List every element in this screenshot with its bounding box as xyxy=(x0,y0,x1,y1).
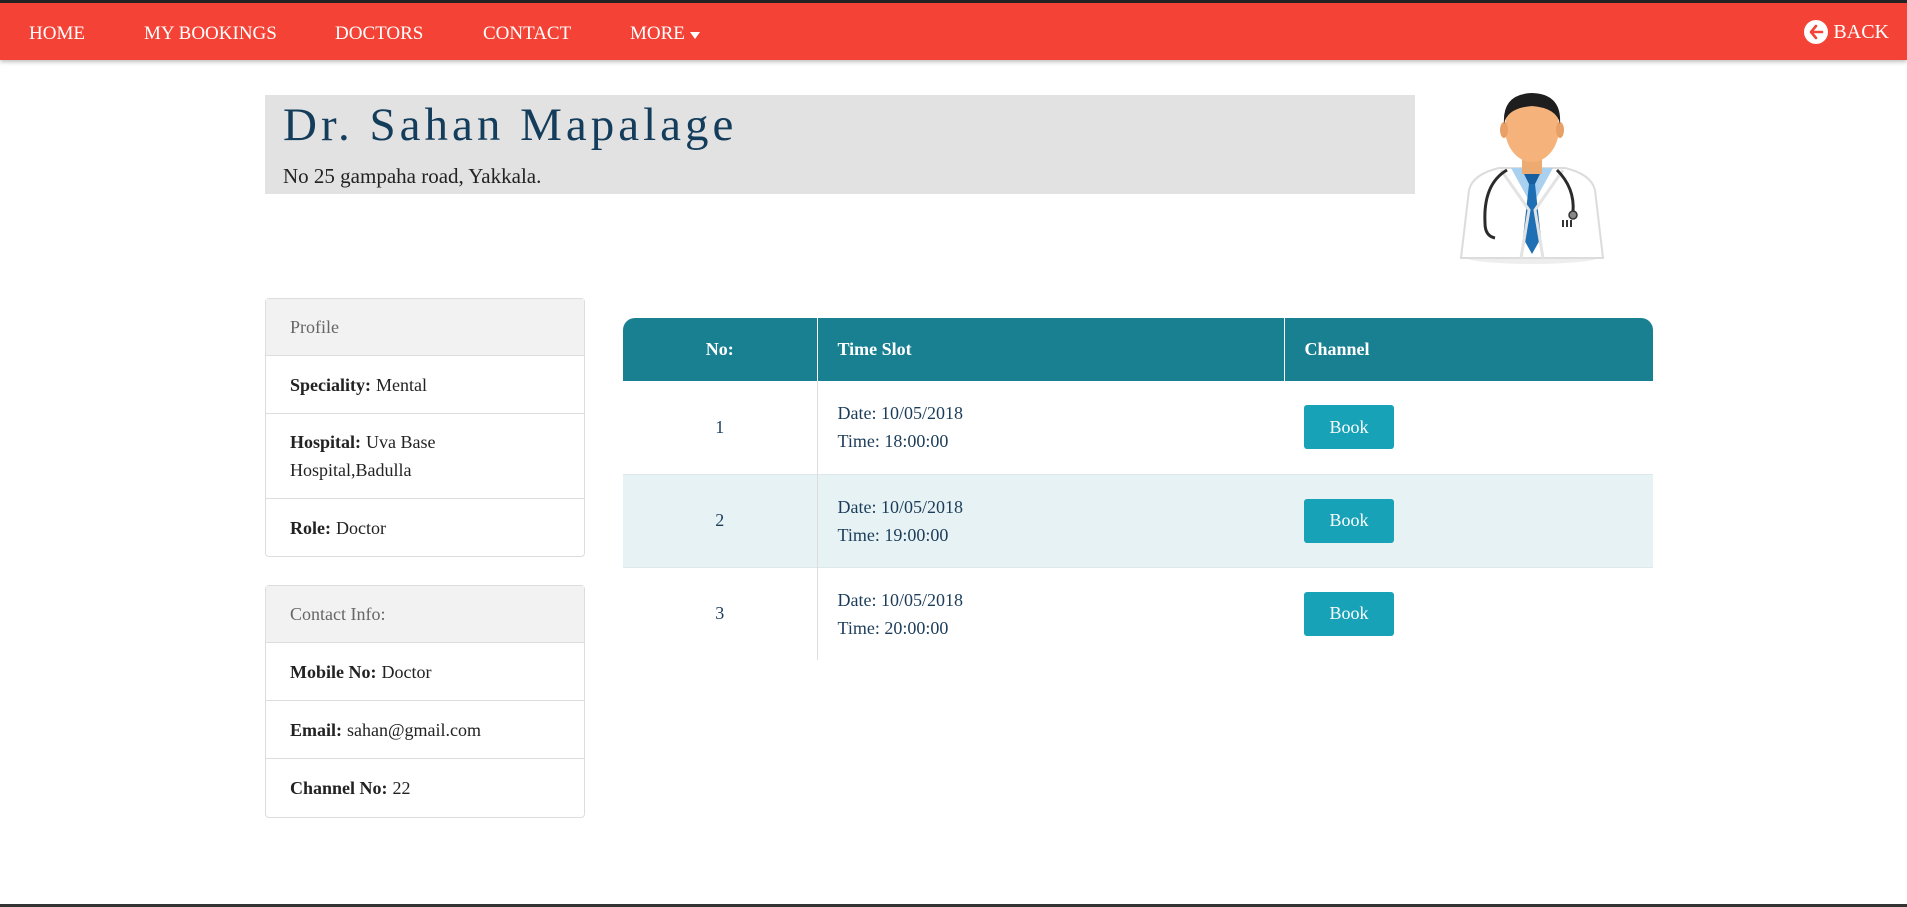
email-line: Email: sahan@gmail.com xyxy=(290,716,481,744)
channel-line: Channel No: 22 xyxy=(290,774,411,802)
nav-more-label: MORE xyxy=(630,23,685,44)
doctor-header: Dr. Sahan Mapalage No 25 gampaha road, Y… xyxy=(265,95,1415,194)
top-navbar: HOME MY BOOKINGS DOCTORS CONTACT MORE BA… xyxy=(0,0,1907,60)
row-time-slot: Date: 10/05/2018 Time: 19:00:00 xyxy=(816,474,1284,567)
slot-time: Time: 18:00:00 xyxy=(837,431,949,452)
header-channel: Channel xyxy=(1283,318,1653,381)
row-time-slot: Date: 10/05/2018 Time: 18:00:00 xyxy=(816,381,1284,474)
header-no: No: xyxy=(705,339,734,359)
row-channel: Book xyxy=(1284,381,1653,474)
doctor-name: Dr. Sahan Mapalage xyxy=(283,99,738,151)
row-number: 1 xyxy=(715,416,725,437)
slot-date: Date: 10/05/2018 xyxy=(837,496,963,517)
speciality-value: Mental xyxy=(376,374,427,395)
row-time-slot: Date: 10/05/2018 Time: 20:00:00 xyxy=(816,567,1284,660)
nav-more-dropdown[interactable]: MORE xyxy=(630,23,700,45)
slot-time: Time: 19:00:00 xyxy=(837,524,949,545)
role-line: Role: Doctor xyxy=(290,514,386,542)
channel-label: Channel No: xyxy=(290,778,388,798)
role-label: Role: xyxy=(290,517,331,538)
hospital-label: Hospital: xyxy=(290,432,362,452)
book-button[interactable]: Book xyxy=(1304,591,1394,636)
channel-row: Channel No: 22 xyxy=(266,759,584,817)
table-row: 1 Date: 10/05/2018 Time: 18:00:00 Book xyxy=(623,381,1653,474)
doctor-address: No 25 gampaha road, Yakkala. xyxy=(283,164,542,188)
doctor-avatar xyxy=(1455,88,1610,268)
nav-my-bookings[interactable]: MY BOOKINGS xyxy=(144,23,277,45)
back-label: BACK xyxy=(1833,20,1889,43)
back-button[interactable]: BACK xyxy=(1804,20,1889,44)
mobile-label: Mobile No: xyxy=(290,661,377,682)
slot-date: Date: 10/05/2018 xyxy=(837,589,963,610)
time-slot-table: No: Time Slot Channel 1 Date: 10/05/2018… xyxy=(623,318,1653,660)
mobile-value: Doctor xyxy=(381,661,432,682)
nav-home[interactable]: HOME xyxy=(29,23,85,45)
profile-panel: Profile Speciality: Mental Hospital: Uva B… xyxy=(265,298,585,557)
email-label: Email: xyxy=(290,719,342,740)
speciality-line: Speciality: Mental xyxy=(290,371,427,399)
table-header-row: No: Time Slot Channel xyxy=(623,318,1653,381)
header-time-slot: Time Slot xyxy=(816,318,1284,381)
book-button[interactable]: Book xyxy=(1304,498,1394,543)
email-row: Email: sahan@gmail.com xyxy=(266,701,584,759)
row-number: 3 xyxy=(715,603,725,624)
email-value: sahan@gmail.com xyxy=(347,719,482,740)
table-row: 2 Date: 10/05/2018 Time: 19:00:00 Book xyxy=(623,474,1653,567)
profile-header: Profile xyxy=(266,299,584,356)
contact-header: Contact Info: xyxy=(266,586,584,643)
role-row: Role: Doctor xyxy=(266,499,584,556)
speciality-label: Speciality: xyxy=(290,374,371,395)
table-row: 3 Date: 10/05/2018 Time: 20:00:00 Book xyxy=(623,567,1653,660)
role-value: Doctor xyxy=(335,517,386,538)
book-button[interactable]: Book xyxy=(1304,405,1394,450)
channel-value: 22 xyxy=(392,778,411,798)
mobile-line: Mobile No: Doctor xyxy=(290,658,431,686)
row-channel: Book xyxy=(1284,474,1653,567)
speciality-row: Speciality: Mental xyxy=(266,356,584,414)
contact-panel: Contact Info: Mobile No: Doctor Email: sah… xyxy=(265,585,585,818)
row-number: 2 xyxy=(715,510,725,530)
mobile-row: Mobile No: Doctor xyxy=(266,643,584,701)
row-channel: Book xyxy=(1284,567,1653,660)
slot-date: Date: 10/05/2018 xyxy=(837,403,963,424)
hospital-row: Hospital: Uva Base Hospital,Badulla xyxy=(266,414,584,499)
arrow-left-circle-icon xyxy=(1804,20,1829,44)
caret-down-icon xyxy=(689,31,700,39)
hospital-line: Hospital: Uva Base Hospital,Badulla xyxy=(290,428,560,484)
nav-contact[interactable]: CONTACT xyxy=(483,23,571,45)
slot-time: Time: 20:00:00 xyxy=(837,617,949,638)
nav-doctors[interactable]: DOCTORS xyxy=(335,23,423,45)
